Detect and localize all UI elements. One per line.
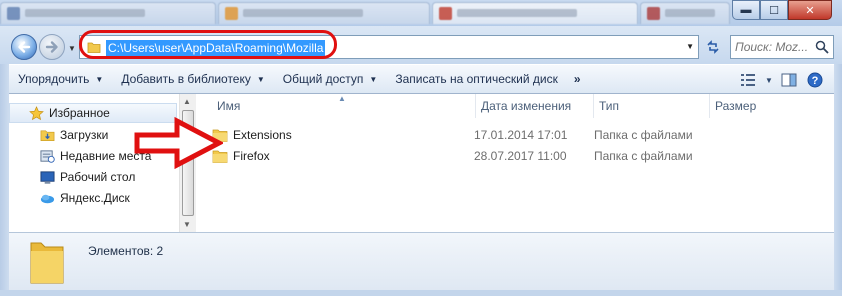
file-type: Папка с файлами <box>594 128 693 142</box>
organize-button[interactable]: Упорядочить ▼ <box>9 66 112 92</box>
more-commands-button[interactable]: » <box>567 66 588 92</box>
file-list: ▲ Имя Дата изменения Тип Размер Extensio… <box>196 94 834 232</box>
red-annotation-ellipse <box>79 30 337 59</box>
background-browser-tabs: ▬ ☐ ✕ <box>0 0 842 26</box>
address-dropdown-icon[interactable]: ▼ <box>686 42 694 51</box>
help-button[interactable]: ? <box>802 67 828 93</box>
window-frame <box>0 290 842 296</box>
chevron-down-icon: ▼ <box>256 74 265 84</box>
sidebar-item-downloads[interactable]: Загрузки <box>39 125 108 145</box>
view-options-button[interactable] <box>736 67 762 93</box>
downloads-folder-icon <box>39 127 55 143</box>
column-header-date[interactable]: Дата изменения <box>476 94 594 118</box>
table-row[interactable]: Firefox 28.07.2017 11:00 Папка с файлами <box>196 146 834 166</box>
column-header-type[interactable]: Тип <box>594 94 710 118</box>
yandex-disk-icon <box>39 190 55 206</box>
chevron-down-icon: ▼ <box>95 74 104 84</box>
share-button[interactable]: Общий доступ ▼ <box>274 66 387 92</box>
file-name: Extensions <box>233 128 292 142</box>
arrow-right-icon <box>45 41 58 53</box>
burn-label: Записать на оптический диск <box>395 72 558 86</box>
command-toolbar: Упорядочить ▼ Добавить в библиотеку ▼ Общи… <box>9 64 834 94</box>
column-header-size[interactable]: Размер <box>710 94 820 118</box>
arrow-left-icon <box>18 41 31 53</box>
scroll-up-icon[interactable]: ▲ <box>183 97 191 106</box>
search-box[interactable] <box>730 35 834 59</box>
close-button[interactable]: ✕ <box>788 0 832 20</box>
background-tab <box>0 2 216 24</box>
items-count: Элементов: 2 <box>88 244 164 258</box>
file-type: Папка с файлами <box>594 149 693 163</box>
table-row[interactable]: Extensions 17.01.2014 17:01 Папка с файл… <box>196 125 834 145</box>
help-icon: ? <box>807 72 823 88</box>
window-frame <box>834 64 842 296</box>
back-button[interactable] <box>11 34 37 60</box>
share-label: Общий доступ <box>282 72 364 86</box>
large-folder-icon <box>27 239 67 288</box>
preview-pane-button[interactable] <box>776 67 802 93</box>
recent-pages-dropdown[interactable]: ▼ <box>68 44 76 53</box>
recent-places-icon <box>39 148 55 164</box>
search-icon[interactable] <box>815 40 829 57</box>
svg-text:?: ? <box>812 75 819 87</box>
sidebar-item-yandex-disk[interactable]: Яндекс.Диск <box>39 188 130 208</box>
maximize-button[interactable]: ☐ <box>760 0 788 20</box>
red-annotation-arrow <box>134 117 223 169</box>
refresh-icon <box>707 40 719 54</box>
sidebar-item-desktop[interactable]: Рабочий стол <box>39 167 135 187</box>
view-dropdown[interactable]: ▼ <box>762 67 776 93</box>
column-header-name[interactable]: Имя <box>212 94 476 118</box>
refresh-button[interactable] <box>704 38 722 56</box>
toolbar-view-controls: ▼ ? <box>736 67 828 93</box>
add-to-library-button[interactable]: Добавить в библиотеку ▼ <box>112 66 273 92</box>
window-frame <box>0 64 9 296</box>
details-view-icon <box>741 74 755 86</box>
search-input[interactable] <box>735 39 815 55</box>
file-date: 17.01.2014 17:01 <box>474 128 568 142</box>
background-tab <box>218 2 430 24</box>
forward-button[interactable] <box>39 34 65 60</box>
add-to-library-label: Добавить в библиотеку <box>121 72 251 86</box>
burn-button[interactable]: Записать на оптический диск <box>386 66 567 92</box>
organize-label: Упорядочить <box>18 72 90 86</box>
sidebar-item-label: Избранное <box>49 106 110 120</box>
desktop-icon <box>39 169 55 185</box>
preview-pane-icon <box>781 73 797 87</box>
scroll-down-icon[interactable]: ▼ <box>183 220 191 229</box>
sidebar-item-label: Загрузки <box>60 128 109 142</box>
sidebar-item-label: Яндекс.Диск <box>60 191 130 205</box>
background-tab <box>432 2 638 24</box>
file-name: Firefox <box>233 149 270 163</box>
chevron-down-icon: ▼ <box>369 74 378 84</box>
window-controls: ▬ ☐ ✕ <box>732 0 832 20</box>
sidebar-item-label: Рабочий стол <box>60 170 136 184</box>
file-date: 28.07.2017 11:00 <box>474 149 567 163</box>
star-icon <box>28 105 44 121</box>
background-tab <box>640 2 730 24</box>
details-pane: Элементов: 2 <box>9 232 834 290</box>
minimize-button[interactable]: ▬ <box>732 0 760 20</box>
